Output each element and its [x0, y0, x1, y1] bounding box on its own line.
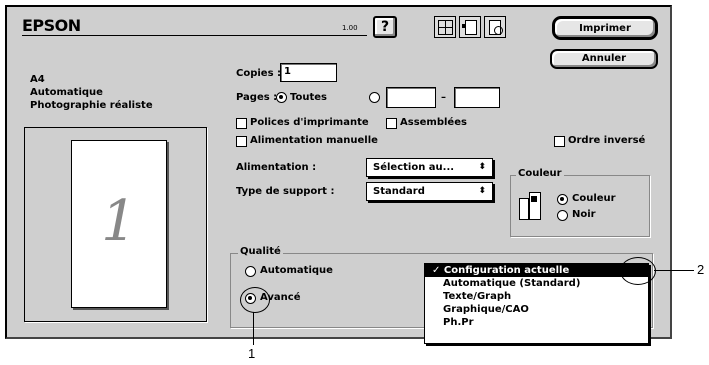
- feed-select[interactable]: Sélection au... ⬍: [366, 158, 493, 177]
- paper-quality-label: Photographie réaliste: [30, 100, 153, 111]
- ink-cartridge-icon: [519, 192, 541, 222]
- epson-logo: EPSON: [22, 16, 81, 35]
- manual-feed-checkbox[interactable]: [236, 136, 247, 147]
- quality-auto-label: Automatique: [260, 265, 333, 276]
- collate-checkbox[interactable]: [386, 118, 397, 129]
- menu-item-texte-graph[interactable]: Texte/Graph: [425, 290, 648, 303]
- pages-range-radio[interactable]: [369, 92, 380, 103]
- updown-arrows-icon: ⬍: [478, 162, 486, 172]
- header-underline: [22, 35, 367, 36]
- callout-line-1: [253, 312, 254, 345]
- collate-label: Assemblées: [400, 117, 467, 128]
- copies-label: Copies :: [236, 68, 282, 79]
- black-radio[interactable]: [557, 210, 568, 221]
- printer-fonts-label: Polices d'imprimante: [250, 117, 369, 128]
- pages-all-radio[interactable]: [276, 92, 287, 103]
- paper-size-label: A4: [30, 74, 45, 85]
- printer-fonts-checkbox[interactable]: [236, 118, 247, 129]
- media-label: Type de support :: [236, 186, 335, 197]
- color-group-title: Couleur: [516, 168, 564, 179]
- checkmark-icon: ✓: [432, 265, 444, 276]
- page-setup-icon[interactable]: [459, 16, 481, 38]
- pages-dash: –: [441, 92, 446, 103]
- page-preview: 1: [71, 140, 167, 308]
- media-select[interactable]: Standard ⬍: [366, 182, 493, 201]
- menu-item-configuration-actuelle[interactable]: ✓ Configuration actuelle: [425, 264, 648, 277]
- callout-line-2: [654, 270, 694, 271]
- quality-auto-radio[interactable]: [245, 266, 256, 277]
- callout-circle-1: [240, 287, 270, 313]
- reverse-order-label: Ordre inversé: [568, 135, 646, 146]
- menu-item-ph-pr[interactable]: Ph.Pr: [425, 316, 648, 329]
- cancel-button[interactable]: Annuler: [550, 49, 658, 69]
- manual-feed-label: Alimentation manuelle: [250, 135, 378, 146]
- copies-input[interactable]: 1: [280, 63, 337, 82]
- help-button[interactable]: ?: [373, 16, 397, 38]
- color-radio[interactable]: [557, 194, 568, 205]
- updown-arrows-icon: ⬍: [478, 186, 486, 196]
- black-radio-label: Noir: [572, 209, 596, 220]
- pages-all-label: Toutes: [290, 92, 327, 103]
- menu-item-automatique-standard[interactable]: Automatique (Standard): [425, 277, 648, 290]
- callout-circle-2: [620, 257, 656, 285]
- paper-mode-label: Automatique: [30, 87, 103, 98]
- quality-group-title: Qualité: [238, 246, 283, 257]
- media-select-value: Standard: [373, 186, 425, 197]
- layout-icon[interactable]: [434, 16, 456, 38]
- pages-to-input[interactable]: [454, 87, 500, 108]
- menu-item-graphique-cao[interactable]: Graphique/CAO: [425, 303, 648, 316]
- feed-label: Alimentation :: [236, 162, 317, 173]
- feed-select-value: Sélection au...: [373, 162, 455, 173]
- print-button[interactable]: Imprimer: [552, 16, 658, 40]
- callout-number-2: 2: [697, 262, 705, 277]
- quality-settings-menu[interactable]: ✓ Configuration actuelle Automatique (St…: [424, 263, 649, 344]
- preview-icon[interactable]: [484, 16, 506, 38]
- pages-from-input[interactable]: [386, 87, 436, 108]
- version-label: 1.00: [342, 24, 358, 32]
- preview-page-number: 1: [101, 189, 137, 254]
- callout-number-1: 1: [248, 346, 256, 361]
- color-radio-label: Couleur: [572, 193, 616, 204]
- pages-label: Pages :: [236, 92, 278, 103]
- reverse-order-checkbox[interactable]: [554, 136, 565, 147]
